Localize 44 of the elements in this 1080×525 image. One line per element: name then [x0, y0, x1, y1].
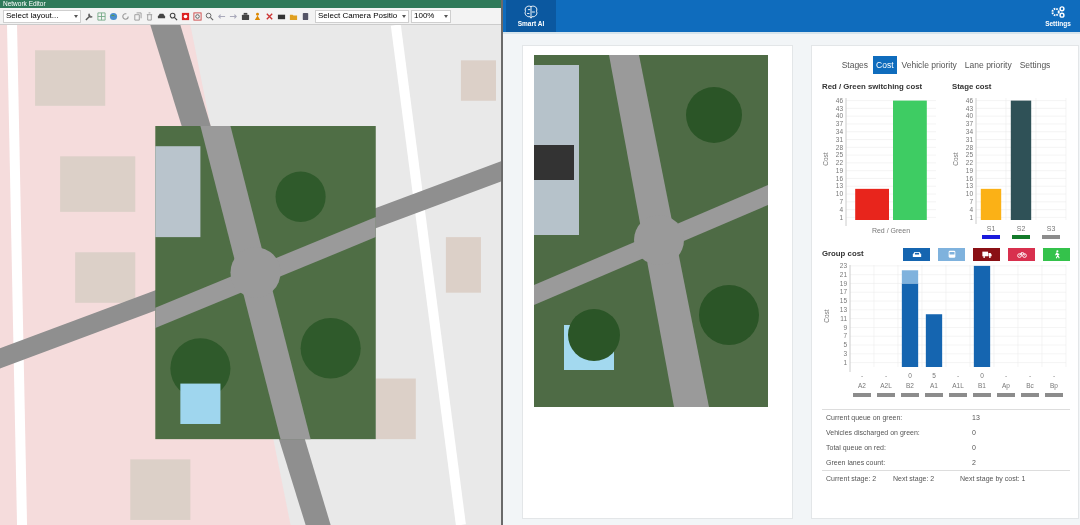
tab[interactable]: Cost [873, 56, 897, 74]
bar [925, 314, 943, 367]
tab[interactable]: Settings [1016, 56, 1054, 74]
caret-icon [402, 14, 406, 18]
tab[interactable]: Stages [838, 56, 872, 74]
layout-select[interactable]: Select layout... [3, 9, 81, 23]
group-swatch [997, 393, 1015, 397]
truck-icon [981, 250, 992, 259]
bus-icon [946, 250, 957, 259]
caret-icon [74, 14, 78, 18]
target-icon[interactable] [181, 11, 190, 21]
zoom-select[interactable]: 100% [411, 9, 451, 23]
cross-icon[interactable] [265, 11, 274, 21]
undo-icon[interactable] [121, 11, 130, 21]
tab[interactable]: Lane priority [961, 56, 1015, 74]
brain-icon [523, 5, 539, 19]
group-swatch [901, 393, 919, 397]
bicycle-filter-button[interactable] [1008, 248, 1035, 261]
car-icon [911, 250, 922, 259]
search-icon[interactable] [169, 11, 178, 21]
camera-icon[interactable] [241, 11, 250, 21]
group-swatch [877, 393, 895, 397]
copy-icon[interactable] [133, 11, 142, 21]
group-swatch [949, 393, 967, 397]
truck-filter-button[interactable] [973, 248, 1000, 261]
bar [855, 188, 889, 220]
group-swatch [1021, 393, 1039, 397]
caret-icon [444, 14, 448, 18]
bar [980, 188, 1002, 220]
car-icon[interactable] [157, 11, 166, 21]
tab[interactable]: Vehicle priority [898, 56, 960, 74]
group-swatch [1045, 393, 1063, 397]
car-filter-button[interactable] [903, 248, 930, 261]
search-icon[interactable] [205, 11, 214, 21]
group-swatch [853, 393, 871, 397]
bus-filter-button[interactable] [938, 248, 965, 261]
group-swatch [925, 393, 943, 397]
gears-icon [1050, 5, 1066, 19]
pedestrian-filter-button[interactable] [1043, 248, 1070, 261]
bicycle-icon [1016, 250, 1027, 259]
camera-position-select[interactable]: Select Camera Positio [315, 9, 409, 23]
wrench-icon[interactable] [85, 11, 94, 21]
globe-icon[interactable] [109, 11, 118, 21]
group-swatch [973, 393, 991, 397]
